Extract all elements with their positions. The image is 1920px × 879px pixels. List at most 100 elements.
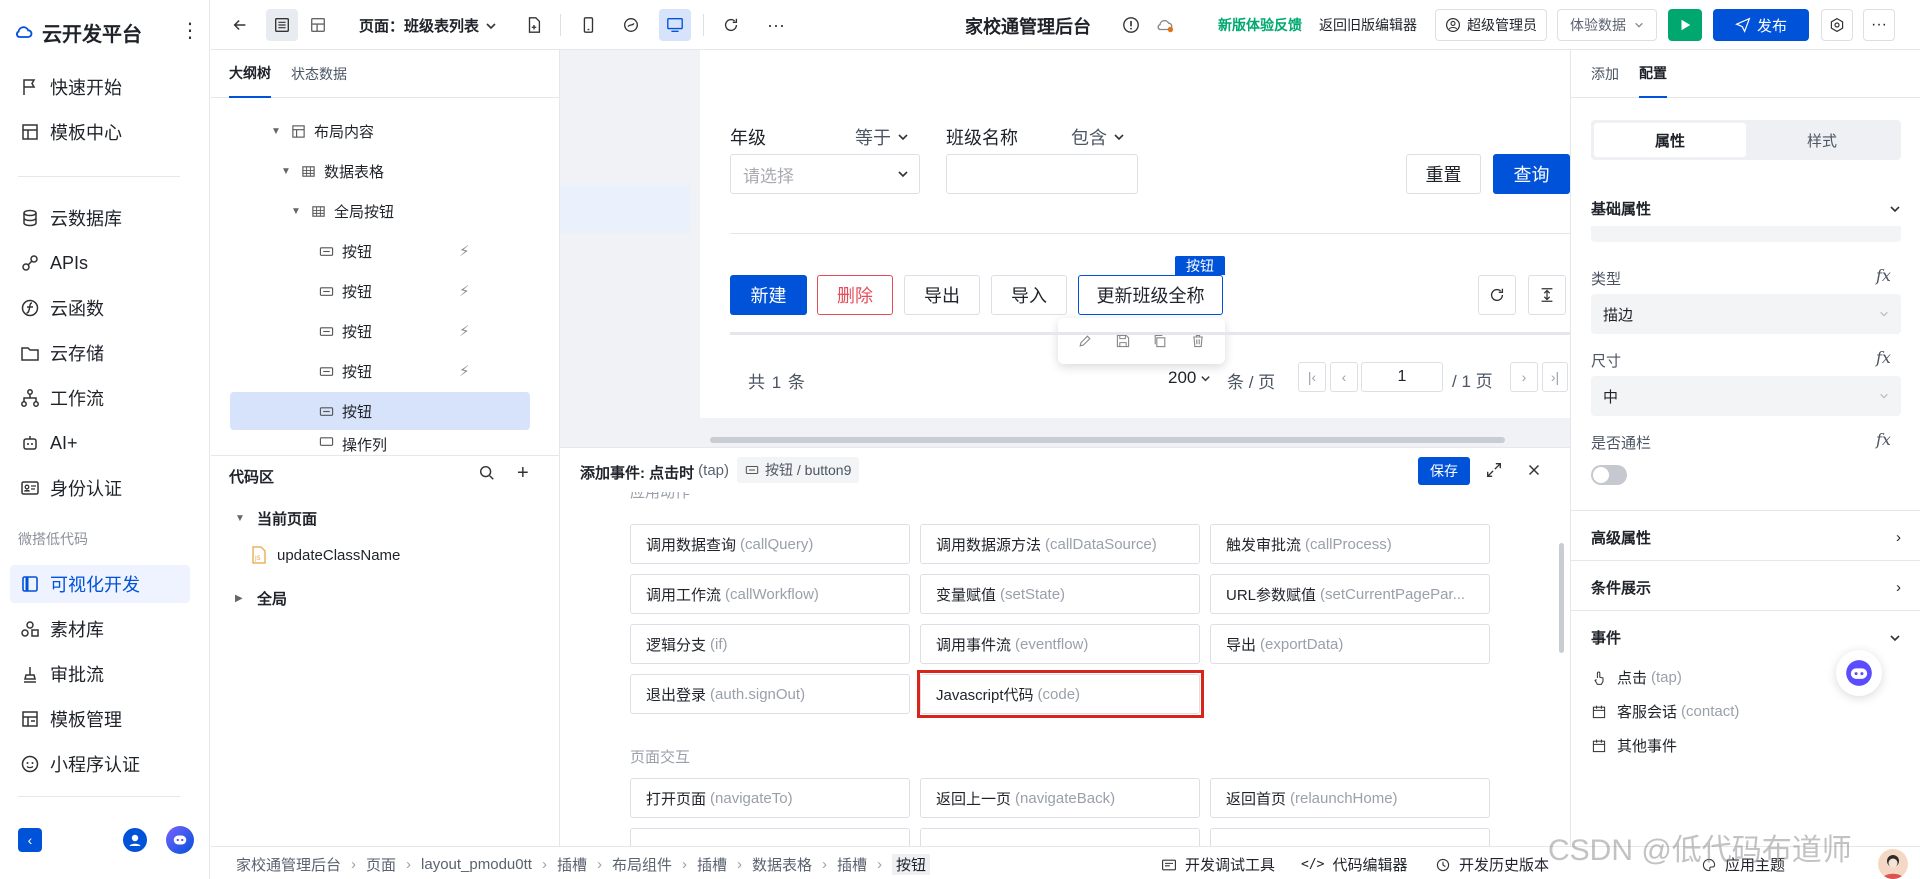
more-icon[interactable]: ⋮ <box>180 18 200 43</box>
last-page-icon[interactable]: ›| <box>1542 362 1568 392</box>
layout-view-icon[interactable] <box>302 9 334 41</box>
user-avatar-icon[interactable] <box>123 828 147 852</box>
action-relaunch-home[interactable]: 返回首页 (relaunchHome) <box>1210 778 1490 818</box>
feedback-link[interactable]: 新版体验反馈 <box>1218 15 1302 35</box>
action-call-query[interactable]: 调用数据查询 (callQuery) <box>630 524 910 564</box>
first-page-icon[interactable]: |‹ <box>1298 362 1326 392</box>
breadcrumb-item[interactable]: 布局组件 <box>612 854 672 875</box>
breadcrumb-item[interactable]: 家校通管理后台 <box>236 854 341 875</box>
block-toggle[interactable] <box>1591 465 1627 485</box>
event-item-contact[interactable]: 客服会话 (contact) <box>1591 701 1739 722</box>
grade-select[interactable]: 请选择 <box>730 154 920 194</box>
page-view-icon[interactable] <box>266 9 298 41</box>
nav-item-auth[interactable]: 身份认证 <box>10 469 190 507</box>
size-select[interactable]: 中 <box>1591 376 1901 416</box>
tree-node-layout[interactable]: ▼ 布局内容 <box>271 112 374 150</box>
theme-button[interactable]: 应用主题 <box>1701 854 1785 875</box>
breadcrumb-item[interactable]: 插槽 <box>557 854 587 875</box>
prev-page-icon[interactable]: ‹ <box>1330 362 1358 392</box>
back-arrow-icon[interactable] <box>225 9 255 41</box>
event-item-other[interactable]: 其他事件 <box>1591 735 1677 756</box>
collapse-nav-icon[interactable]: ‹ <box>18 828 42 852</box>
miniapp-preview-icon[interactable] <box>616 9 646 41</box>
more-actions-icon[interactable]: ··· <box>761 9 791 41</box>
nav-item-approval[interactable]: 审批流 <box>10 655 190 693</box>
nav-item-assets[interactable]: 素材库 <box>10 610 190 648</box>
debug-tool-button[interactable]: 开发调试工具 <box>1161 854 1275 875</box>
code-file-item[interactable]: JS updateClassName <box>251 546 400 564</box>
action-call-datasource[interactable]: 调用数据源方法 (callDataSource) <box>920 524 1200 564</box>
fx-icon[interactable]: fx <box>1876 266 1891 285</box>
code-editor-button[interactable]: </> 代码编辑器 <box>1301 854 1408 875</box>
export-button[interactable]: 导出 <box>904 275 980 315</box>
breadcrumb-item[interactable]: 插槽 <box>837 854 867 875</box>
code-group-current-page[interactable]: ▼ 当前页面 <box>235 508 317 529</box>
event-item-tap[interactable]: 点击 (tap) <box>1591 667 1682 688</box>
tree-node-button[interactable]: 按钮 ⚡ <box>319 312 489 350</box>
tree-node-action-column[interactable]: 操作列 <box>319 434 387 454</box>
code-group-global[interactable]: ▶ 全局 <box>235 588 287 609</box>
action-if[interactable]: 逻辑分支 (if) <box>630 624 910 664</box>
add-code-icon[interactable]: + <box>517 462 529 485</box>
type-select[interactable]: 描边 <box>1591 294 1901 334</box>
cloud-status-icon[interactable] <box>1151 9 1179 41</box>
search-icon[interactable] <box>478 464 496 482</box>
nav-item-visual-dev[interactable]: 可视化开发 <box>10 565 190 603</box>
more-menu-icon[interactable]: ··· <box>1863 9 1895 41</box>
tree-node-button-selected[interactable]: 按钮 <box>230 392 530 430</box>
publish-button[interactable]: 发布 <box>1713 9 1809 41</box>
canvas-scrollbar[interactable] <box>710 437 1505 443</box>
action-export-data[interactable]: 导出 (exportData) <box>1210 624 1490 664</box>
tab-add[interactable]: 添加 <box>1591 50 1619 98</box>
fx-icon[interactable]: fx <box>1876 430 1891 449</box>
mobile-preview-icon[interactable] <box>573 9 603 41</box>
fx-icon[interactable]: fx <box>1876 348 1891 367</box>
settings-icon[interactable] <box>1821 9 1853 41</box>
tree-node-button[interactable]: 按钮 ⚡ <box>319 352 489 390</box>
delete-button[interactable]: 删除 <box>817 275 893 315</box>
segment-properties[interactable]: 属性 <box>1594 123 1746 157</box>
breadcrumb-item[interactable]: 插槽 <box>697 854 727 875</box>
user-menu[interactable]: 超级管理员 <box>1435 9 1547 41</box>
class-name-input[interactable] <box>946 154 1138 194</box>
desktop-preview-icon[interactable] <box>659 9 691 41</box>
preview-play-button[interactable] <box>1668 9 1702 41</box>
action-navigate-back[interactable]: 返回上一页 (navigateBack) <box>920 778 1200 818</box>
segment-style[interactable]: 样式 <box>1746 123 1898 157</box>
breadcrumb-item[interactable]: 页面 <box>366 854 396 875</box>
action-set-state[interactable]: 变量赋值 (setState) <box>920 574 1200 614</box>
brand[interactable]: 云开发平台 <box>14 16 142 48</box>
expand-icon[interactable] <box>1485 461 1503 479</box>
row-height-icon[interactable] <box>1528 275 1566 315</box>
class-name-operator[interactable]: 包含 <box>1071 124 1125 150</box>
action-eventflow[interactable]: 调用事件流 (eventflow) <box>920 624 1200 664</box>
import-button[interactable]: 导入 <box>991 275 1067 315</box>
close-icon[interactable] <box>1525 461 1543 479</box>
floating-assistant-icon[interactable] <box>1836 650 1882 696</box>
query-button[interactable]: 查询 <box>1493 154 1570 194</box>
nav-item-database[interactable]: 云数据库 <box>10 199 190 237</box>
nav-item-storage[interactable]: 云存储 <box>10 334 190 372</box>
add-page-icon[interactable] <box>519 9 549 41</box>
action-call-process[interactable]: 触发审批流 (callProcess) <box>1210 524 1490 564</box>
nav-item-apis[interactable]: APIs <box>10 244 190 282</box>
avatar[interactable] <box>1878 849 1908 879</box>
breadcrumb-item[interactable]: 数据表格 <box>752 854 812 875</box>
action-sign-out[interactable]: 退出登录 (auth.signOut) <box>630 674 910 714</box>
action-call-workflow[interactable]: 调用工作流 (callWorkflow) <box>630 574 910 614</box>
tab-state-data[interactable]: 状态数据 <box>291 50 347 98</box>
page-input[interactable]: 1 <box>1361 362 1443 392</box>
tree-node-button[interactable]: 按钮 ⚡ <box>319 232 489 270</box>
nav-item-ai[interactable]: AI+ <box>10 424 190 462</box>
section-events[interactable]: 事件 <box>1591 627 1901 648</box>
tree-node-button[interactable]: 按钮 ⚡ <box>319 272 489 310</box>
refresh-icon[interactable] <box>716 9 746 41</box>
reset-button[interactable]: 重置 <box>1406 154 1481 194</box>
data-mode-select[interactable]: 体验数据 <box>1557 9 1657 41</box>
info-icon[interactable] <box>1117 9 1145 41</box>
event-panel-scrollbar[interactable] <box>1559 543 1564 653</box>
section-advanced[interactable]: 高级属性 › <box>1591 527 1901 548</box>
history-button[interactable]: 开发历史版本 <box>1435 854 1549 875</box>
nav-item-template-manage[interactable]: 模板管理 <box>10 700 190 738</box>
tree-node-datatable[interactable]: ▼ 数据表格 <box>281 152 384 190</box>
